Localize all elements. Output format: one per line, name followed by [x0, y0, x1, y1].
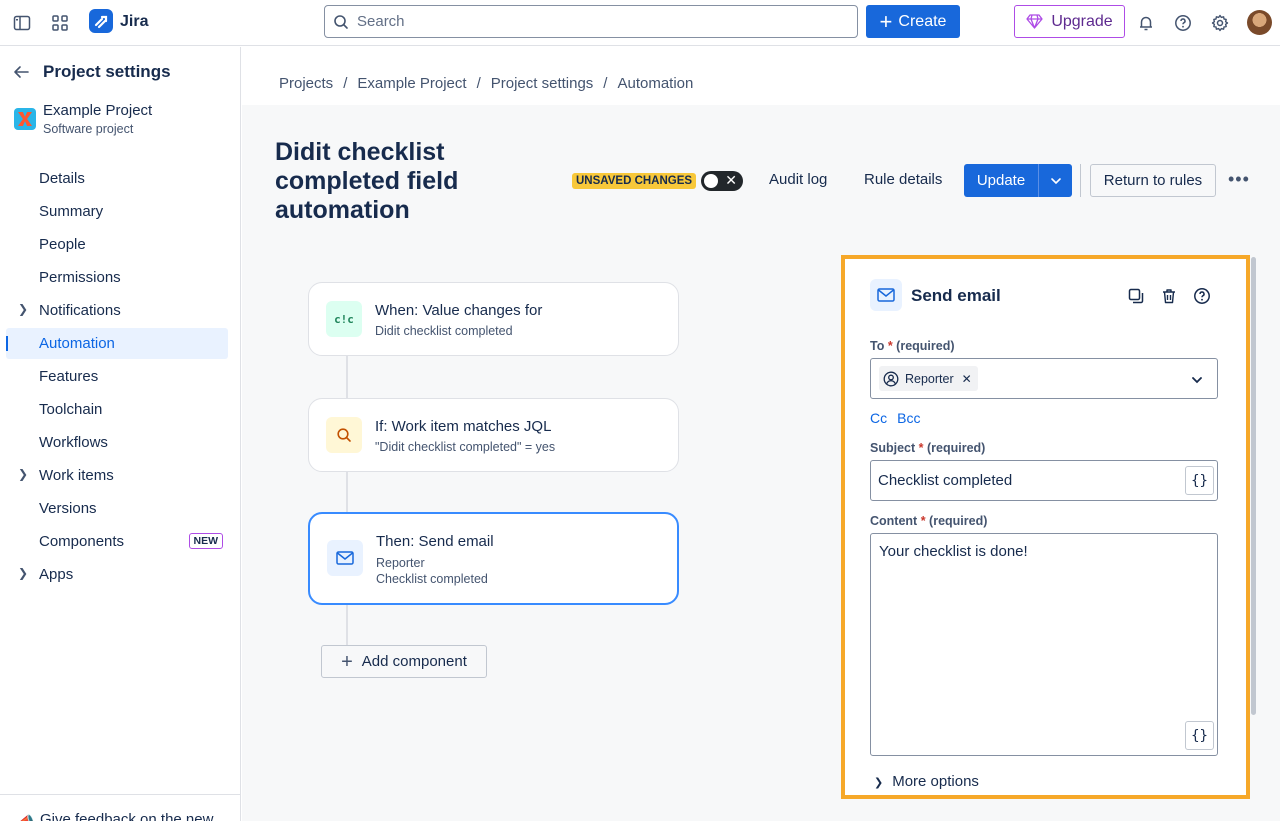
action-subtitle-subject: Checklist completed — [376, 572, 488, 586]
chevron-right-icon[interactable]: ❯ — [18, 467, 28, 481]
sidebar-title: Project settings — [43, 62, 171, 81]
condition-card[interactable]: If: Work item matches JQL "Didit checkli… — [308, 398, 679, 472]
smart-value-button[interactable]: {} — [1185, 466, 1214, 495]
gem-icon — [1026, 14, 1043, 29]
add-component-button[interactable]: + Add component — [321, 645, 487, 678]
unsaved-changes-badge: UNSAVED CHANGES — [572, 173, 697, 189]
to-field[interactable]: Reporter ✕ — [870, 358, 1218, 399]
project-type: Software project — [43, 122, 134, 136]
sidebar-item-toolchain[interactable]: Toolchain — [6, 394, 228, 425]
chevron-down-icon[interactable] — [1191, 374, 1203, 386]
subject-field[interactable]: Checklist completed {} — [870, 460, 1218, 501]
notifications-bell-icon[interactable] — [1134, 11, 1158, 35]
feedback-link[interactable]: 📣 Give feedback on the new navigation — [0, 794, 240, 821]
action-title: Then: Send email — [376, 533, 494, 550]
user-avatar[interactable] — [1247, 10, 1272, 35]
close-icon: ✕ — [725, 172, 737, 188]
remove-chip-icon[interactable]: ✕ — [962, 372, 972, 386]
duplicate-icon[interactable] — [1126, 286, 1146, 306]
project-name[interactable]: Example Project — [43, 102, 152, 119]
panel-title: Send email — [911, 286, 1001, 305]
content-label: Content * (required) — [870, 514, 988, 528]
panel-scrollbar[interactable] — [1251, 257, 1256, 715]
megaphone-icon: 📣 — [17, 813, 35, 821]
chevron-right-icon[interactable]: ❯ — [18, 302, 28, 316]
trigger-subtitle: Didit checklist completed — [375, 324, 513, 338]
audit-log-button[interactable]: Audit log — [769, 171, 827, 188]
to-label: To * (required) — [870, 339, 955, 353]
return-to-rules-button[interactable]: Return to rules — [1090, 164, 1216, 197]
sidebar-item-components[interactable]: Components NEW — [6, 526, 228, 557]
user-icon — [883, 371, 899, 386]
action-subtitle-recipient: Reporter — [376, 556, 425, 570]
breadcrumb-projects[interactable]: Projects — [279, 75, 333, 92]
upgrade-button[interactable]: Upgrade — [1014, 5, 1125, 38]
subject-value: Checklist completed — [878, 472, 1013, 489]
new-badge: NEW — [188, 533, 223, 549]
sidebar-item-work-items[interactable]: ❯ Work items — [6, 460, 228, 491]
trash-icon[interactable] — [1159, 286, 1179, 306]
sidebar-item-features[interactable]: Features — [6, 361, 228, 392]
trigger-title: When: Value changes for — [375, 302, 543, 319]
project-sidebar: Project settings Example Project Softwar… — [0, 47, 241, 821]
chevron-right-icon[interactable]: ❯ — [18, 566, 28, 580]
value-change-trigger-icon: c!c — [326, 301, 362, 337]
search-icon — [334, 14, 348, 29]
condition-title: If: Work item matches JQL — [375, 418, 552, 435]
action-card[interactable]: Then: Send email Reporter Checklist comp… — [308, 512, 679, 605]
help-icon[interactable] — [1171, 11, 1195, 35]
breadcrumb-bar: Projects / Example Project / Project set… — [242, 47, 1280, 105]
subject-label: Subject * (required) — [870, 441, 986, 455]
more-actions-icon[interactable]: ••• — [1228, 169, 1250, 190]
sidebar-item-notifications[interactable]: ❯ Notifications — [6, 295, 228, 326]
send-email-panel: Send email To * (required) Reporter ✕ Cc… — [841, 255, 1250, 799]
breadcrumb-automation[interactable]: Automation — [617, 75, 693, 92]
recipient-chip: Reporter ✕ — [879, 366, 978, 391]
sidebar-item-permissions[interactable]: Permissions — [6, 262, 228, 293]
app-name[interactable]: Jira — [120, 13, 148, 31]
update-button-group: Update — [964, 164, 1072, 197]
breadcrumb: Projects / Example Project / Project set… — [279, 75, 694, 92]
rule-enabled-toggle[interactable]: ✕ — [701, 171, 743, 191]
breadcrumb-example-project[interactable]: Example Project — [357, 75, 466, 92]
more-options-toggle[interactable]: ❯ More options — [874, 773, 979, 790]
rule-title[interactable]: Didit checklist completed field automati… — [275, 138, 535, 225]
sidebar-item-versions[interactable]: Versions — [6, 493, 228, 524]
app-switcher-icon[interactable] — [48, 11, 72, 35]
condition-subtitle: "Didit checklist completed" = yes — [375, 440, 556, 454]
sidebar-item-people[interactable]: People — [6, 229, 228, 260]
sidebar-toggle-icon[interactable] — [10, 11, 34, 35]
update-button[interactable]: Update — [964, 164, 1039, 197]
cc-link[interactable]: Cc — [870, 410, 887, 426]
settings-gear-icon[interactable] — [1208, 11, 1232, 35]
main-content: Projects / Example Project / Project set… — [242, 47, 1280, 821]
smart-value-button[interactable]: {} — [1185, 721, 1214, 750]
bcc-link[interactable]: Bcc — [897, 410, 920, 426]
sidebar-item-workflows[interactable]: Workflows — [6, 427, 228, 458]
search-icon — [326, 417, 362, 453]
plus-icon: + — [341, 650, 353, 673]
trigger-card[interactable]: c!c When: Value changes for Didit checkl… — [308, 282, 679, 356]
sidebar-item-details[interactable]: Details — [6, 163, 228, 194]
help-icon[interactable] — [1192, 286, 1212, 306]
email-icon — [870, 279, 902, 311]
chevron-right-icon: ❯ — [874, 777, 884, 789]
search-input[interactable] — [357, 13, 837, 30]
plus-icon: + — [879, 8, 893, 34]
breadcrumb-project-settings[interactable]: Project settings — [491, 75, 594, 92]
search-box[interactable] — [324, 5, 858, 38]
email-icon — [327, 540, 363, 576]
jira-logo-icon[interactable] — [89, 9, 113, 33]
back-arrow-icon[interactable] — [12, 63, 30, 86]
rule-details-button[interactable]: Rule details — [864, 171, 942, 188]
sidebar-item-automation[interactable]: Automation — [6, 328, 228, 359]
sidebar-item-apps[interactable]: ❯ Apps — [6, 559, 228, 590]
project-avatar-icon — [14, 108, 36, 130]
sidebar-item-summary[interactable]: Summary — [6, 196, 228, 227]
content-field[interactable]: Your checklist is done! {} — [870, 533, 1218, 756]
create-button[interactable]: + Create — [866, 5, 960, 38]
content-value: Your checklist is done! — [879, 543, 1028, 560]
top-navigation: Jira + Create Upgrade — [0, 0, 1280, 46]
chevron-down-icon[interactable] — [1039, 164, 1072, 197]
